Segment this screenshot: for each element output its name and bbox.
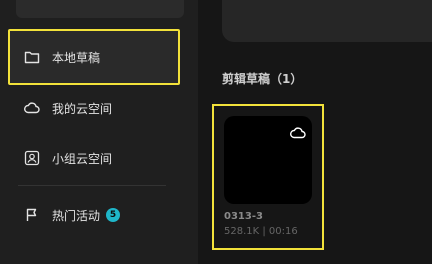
sidebar-item-label: 热门活动 <box>52 208 101 223</box>
main-content: 剪辑草稿（1） 0313-3 528.1K | 00:16 <box>198 0 432 264</box>
sidebar-item-local-drafts[interactable]: 本地草稿 <box>8 29 180 85</box>
sidebar-divider <box>18 185 166 186</box>
draft-thumbnail[interactable] <box>224 116 312 204</box>
sidebar-top-panel <box>16 0 184 18</box>
notification-badge: 5 <box>106 208 121 222</box>
draft-card[interactable]: 0313-3 528.1K | 00:16 <box>212 104 324 250</box>
draft-meta: 528.1K | 00:16 <box>224 226 298 237</box>
folder-icon <box>24 49 40 65</box>
sidebar-item-label: 小组云空间 <box>52 151 113 166</box>
group-cloud-icon <box>24 150 40 166</box>
draft-name: 0313-3 <box>224 211 263 222</box>
section-title: 剪辑草稿（1） <box>222 72 303 86</box>
sidebar-item-label: 本地草稿 <box>52 50 101 65</box>
sidebar-item-my-cloud[interactable]: 我的云空间 <box>8 85 180 131</box>
sidebar-item-group-cloud[interactable]: 小组云空间 <box>8 135 180 181</box>
sidebar-item-hot-events[interactable]: 热门活动 5 <box>8 192 180 238</box>
cloud-icon[interactable] <box>290 124 306 143</box>
cloud-icon <box>24 100 40 116</box>
flag-icon <box>24 207 40 223</box>
sidebar: 本地草稿 我的云空间 小组云空间 热门活动 5 <box>0 0 198 264</box>
top-panel <box>222 0 432 42</box>
sidebar-item-label: 我的云空间 <box>52 101 113 116</box>
